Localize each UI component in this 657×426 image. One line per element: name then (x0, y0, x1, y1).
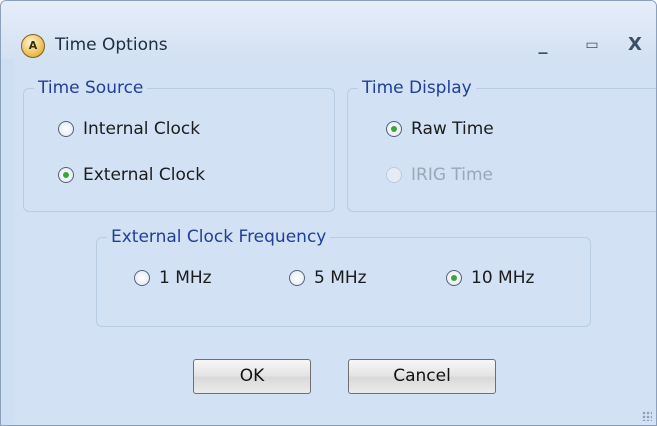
time-source-legend: Time Source (38, 78, 144, 98)
radio-label: IRIG Time (411, 165, 494, 185)
radio-label: 1 MHz (159, 268, 212, 288)
radio-label: 10 MHz (471, 268, 535, 288)
minimize-button[interactable]: _ (529, 33, 557, 57)
time-options-dialog: A Time Options _ ▭ X Time Source Interna… (0, 0, 657, 426)
ok-button[interactable]: OK (193, 359, 311, 394)
radio-circle-icon (446, 270, 462, 286)
radio-circle-icon (289, 270, 305, 286)
radio-10mhz[interactable]: 10 MHz (446, 268, 534, 288)
radio-circle-icon (386, 121, 402, 137)
radio-1mhz[interactable]: 1 MHz (134, 268, 212, 288)
radio-external-clock[interactable]: External Clock (58, 165, 205, 185)
radio-internal-clock[interactable]: Internal Clock (58, 119, 200, 139)
radio-raw-time[interactable]: Raw Time (386, 119, 494, 139)
radio-label: External Clock (83, 165, 206, 185)
radio-label: 5 MHz (314, 268, 367, 288)
app-logo-icon: A (21, 34, 45, 58)
radio-5mhz[interactable]: 5 MHz (289, 268, 367, 288)
time-source-group: Time Source (23, 78, 335, 212)
radio-circle-icon (134, 270, 150, 286)
maximize-button[interactable]: ▭ (578, 33, 606, 57)
time-display-group: Time Display (347, 78, 656, 212)
window-title: Time Options (55, 35, 168, 55)
radio-label: Raw Time (411, 119, 494, 139)
radio-circle-icon (386, 167, 402, 183)
radio-circle-icon (58, 167, 74, 183)
cancel-button[interactable]: Cancel (348, 359, 496, 394)
clock-frequency-legend: External Clock Frequency (111, 227, 327, 247)
time-display-legend: Time Display (362, 78, 472, 98)
resize-grip-icon[interactable] (642, 411, 652, 421)
title-bar[interactable]: A Time Options _ ▭ X (1, 1, 656, 59)
radio-irig-time[interactable]: IRIG Time (386, 165, 493, 185)
dialog-content: Time Source Internal Clock External Cloc… (14, 59, 656, 425)
radio-circle-icon (58, 121, 74, 137)
radio-label: Internal Clock (83, 119, 201, 139)
close-button[interactable]: X (621, 33, 649, 57)
